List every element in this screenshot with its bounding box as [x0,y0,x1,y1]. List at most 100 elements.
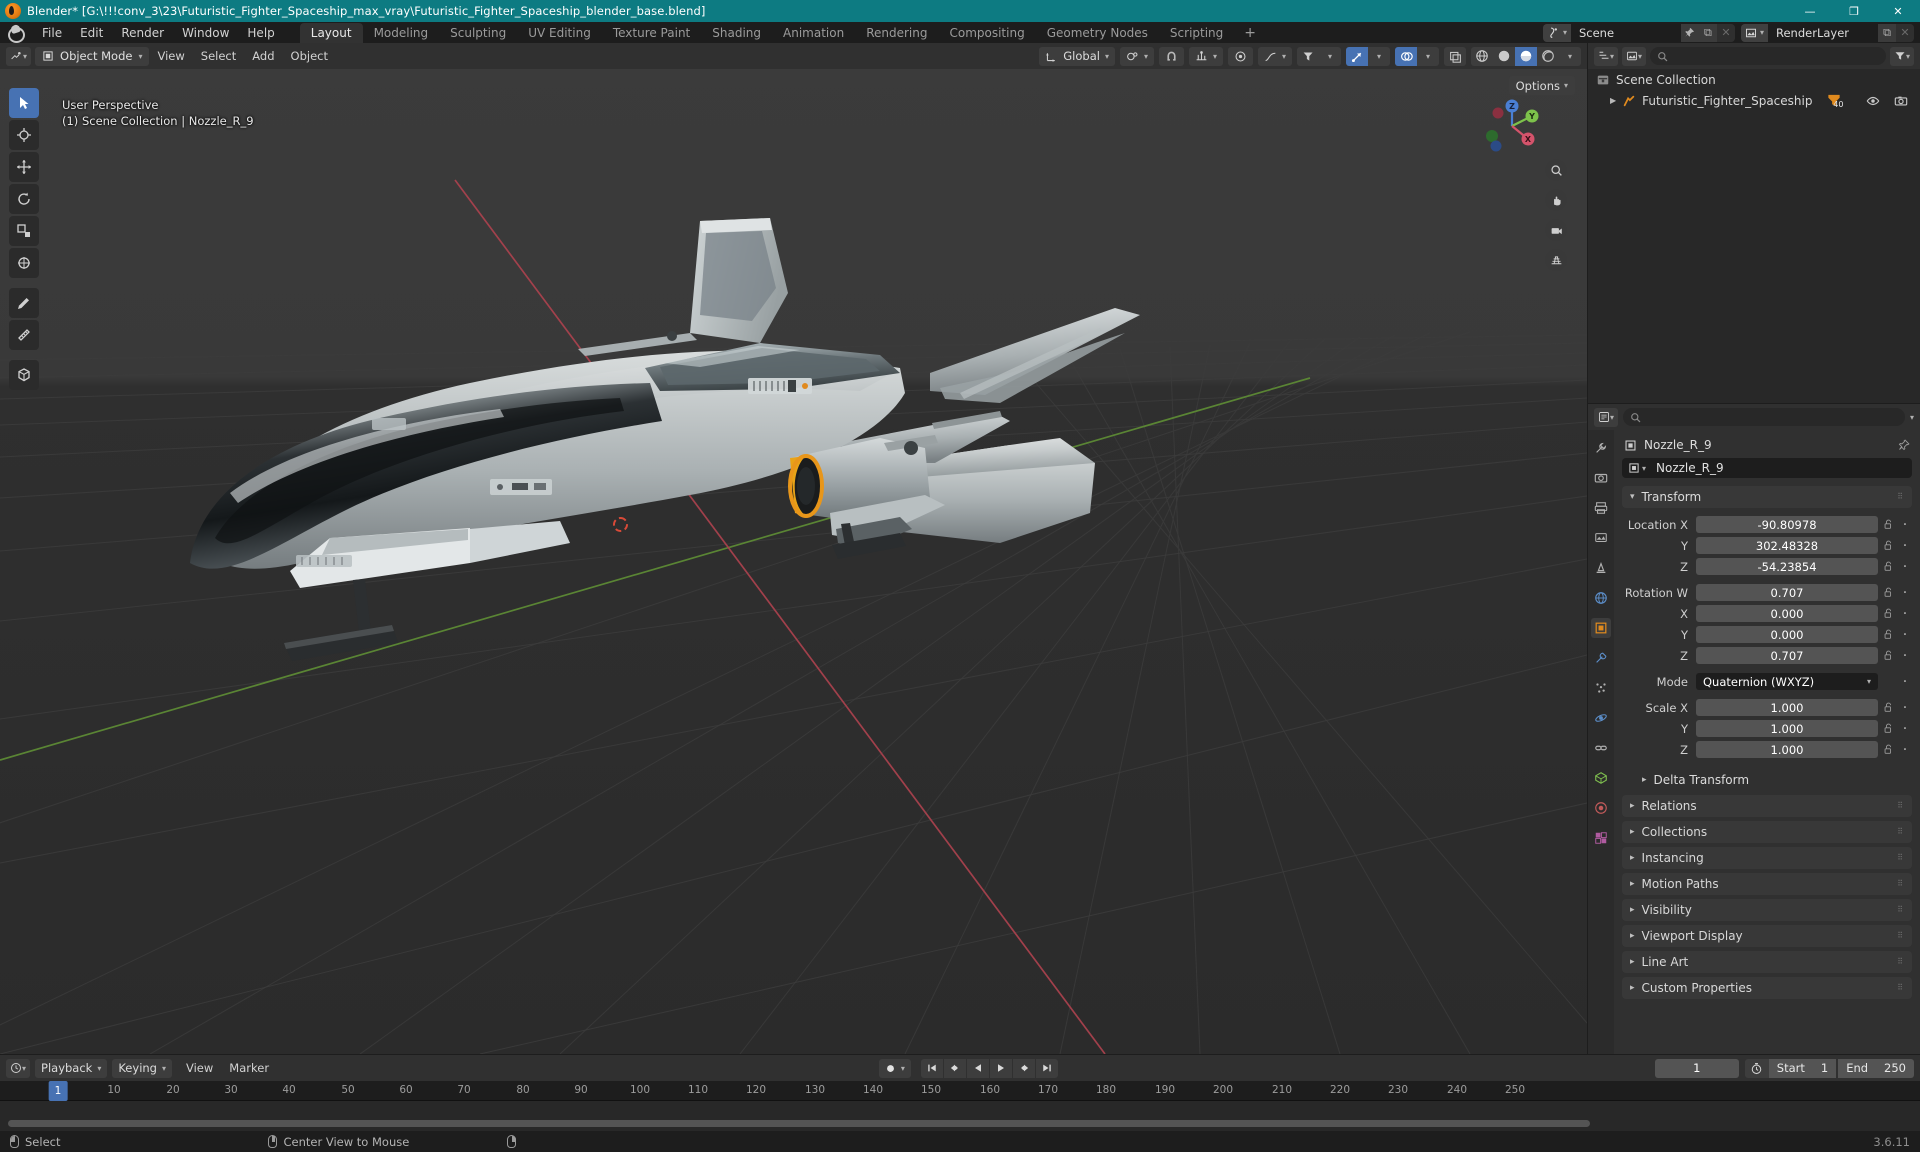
interaction-mode-selector[interactable]: Object Mode ▾ [35,46,150,66]
tab-physics-properties[interactable] [1591,708,1611,728]
tab-modifier-properties[interactable] [1591,648,1611,668]
field-rotation-y[interactable]: Y 0.000 · [1622,625,1912,644]
animate-location-y-icon[interactable]: · [1898,538,1912,554]
auto-keyframe-toggle[interactable]: ▾ [878,1058,911,1078]
tab-layout[interactable]: Layout [299,22,363,43]
snap-settings[interactable]: ▾ [1188,46,1223,66]
properties-editor[interactable]: ▾ ▾ Nozzle_R_9 ▾ Nozzle_R_9 ▾ Transform … [1588,404,1920,1054]
tab-render-properties[interactable] [1591,468,1611,488]
timeline-menu-marker[interactable]: Marker [221,1059,277,1077]
expand-triangle-icon[interactable]: ▶ [1610,96,1616,105]
field-scale-z[interactable]: Z 1.000 · [1622,740,1912,759]
view-layer-browse-icon[interactable]: ▾ [1740,23,1768,42]
viewport-menu-add[interactable]: Add [244,47,282,65]
minimize-button[interactable]: — [1788,0,1832,22]
viewport-menu-select[interactable]: Select [193,47,244,65]
outliner-editor-type-button[interactable]: ▾ [1594,46,1619,66]
end-frame-field[interactable]: End 250 [1838,1058,1914,1078]
solid-shading-button[interactable] [1493,46,1515,66]
timeline-ruler[interactable]: 10 20 30 40 50 60 70 80 90 100 110 120 1… [0,1081,1920,1101]
object-id-icon[interactable]: ▾ [1622,462,1652,474]
move-tool[interactable] [9,152,39,182]
tab-uv-editing[interactable]: UV Editing [517,23,602,43]
value-rotation-w[interactable]: 0.707 [1696,584,1878,601]
annotate-tool[interactable] [9,288,39,318]
panel-header-instancing[interactable]: ▸ Instancing ⠿ [1622,847,1912,869]
field-location-z[interactable]: Z -54.23854 · [1622,557,1912,576]
remove-view-layer-button[interactable]: ✕ [1896,23,1914,42]
value-location-y[interactable]: 302.48328 [1696,537,1878,554]
object-type-visibility-button[interactable] [1297,46,1319,66]
value-scale-x[interactable]: 1.000 [1696,699,1878,716]
pin-id-icon[interactable] [1898,439,1910,451]
tweak-select-tool[interactable] [9,88,39,118]
cursor-tool[interactable] [9,120,39,150]
lock-rotation-z-icon[interactable] [1878,650,1898,661]
jump-to-start-button[interactable] [920,1058,943,1078]
play-reverse-button[interactable] [966,1058,989,1078]
properties-editor-type-button[interactable]: ▾ [1594,407,1619,427]
viewport-options-button[interactable]: Options ▾ [1508,76,1575,95]
lock-scale-z-icon[interactable] [1878,744,1898,755]
properties-options-chevron-down-icon[interactable]: ▾ [1910,413,1914,422]
lock-rotation-x-icon[interactable] [1878,608,1898,619]
value-rotation-x[interactable]: 0.000 [1696,605,1878,622]
viewport-menu-view[interactable]: View [149,47,192,65]
properties-search-input[interactable] [1623,408,1905,426]
animate-rotation-mode-icon[interactable]: · [1898,674,1912,690]
show-overlays-button[interactable] [1395,46,1417,66]
overlays-chevron[interactable]: ▾ [1417,46,1439,66]
jump-to-previous-keyframe-button[interactable] [943,1058,966,1078]
maximize-button[interactable]: ❐ [1832,0,1876,22]
outliner-filter-button[interactable]: ▾ [1889,46,1914,66]
menu-help[interactable]: Help [238,24,283,42]
measure-tool[interactable] [9,320,39,350]
view-layer-name[interactable]: RenderLayer [1768,23,1878,42]
material-preview-button[interactable] [1515,46,1537,66]
scene-pin-icon[interactable] [1680,23,1699,42]
tab-constraint-properties[interactable] [1591,738,1611,758]
tab-geometry-nodes[interactable]: Geometry Nodes [1036,23,1159,43]
camera-render-icon[interactable] [1894,94,1908,108]
field-scale-x[interactable]: Scale X 1.000 · [1622,698,1912,717]
zoom-view-button[interactable] [1545,159,1567,181]
panel-header-delta-transform[interactable]: ▸ Delta Transform [1622,769,1912,791]
tab-object-properties[interactable] [1591,618,1611,638]
field-rotation-w[interactable]: Rotation W 0.707 · [1622,583,1912,602]
field-location-x[interactable]: Location X -90.80978 · [1622,515,1912,534]
navigation-gizmo[interactable]: Z Y X [1481,95,1543,157]
tab-texture-properties[interactable] [1591,828,1611,848]
animate-scale-z-icon[interactable]: · [1898,742,1912,758]
tab-tool-properties[interactable] [1591,438,1611,458]
field-location-y[interactable]: Y 302.48328 · [1622,536,1912,555]
unlink-scene-button[interactable]: ✕ [1716,23,1735,42]
jump-to-next-keyframe-button[interactable] [1012,1058,1035,1078]
tab-compositing[interactable]: Compositing [938,23,1035,43]
tab-sculpting[interactable]: Sculpting [439,23,517,43]
tab-texture-paint[interactable]: Texture Paint [602,23,701,43]
outliner-search-input[interactable] [1650,47,1886,65]
lock-rotation-y-icon[interactable] [1878,629,1898,640]
menu-edit[interactable]: Edit [71,24,112,42]
panel-header-viewport-display[interactable]: ▸ Viewport Display ⠿ [1622,925,1912,947]
outliner-editor[interactable]: ▾ ▾ ▾ Scene Collection ▶ Futuristic_Figh… [1588,43,1920,403]
value-scale-z[interactable]: 1.000 [1696,741,1878,758]
lock-scale-y-icon[interactable] [1878,723,1898,734]
scale-tool[interactable] [9,216,39,246]
proportional-falloff-selector[interactable]: ▾ [1257,46,1292,66]
value-location-z[interactable]: -54.23854 [1696,558,1878,575]
timeline-playhead[interactable]: 1 [48,1081,68,1101]
wireframe-shading-button[interactable] [1471,46,1493,66]
object-name-field[interactable]: ▾ Nozzle_R_9 [1622,458,1912,478]
animate-rotation-y-icon[interactable]: · [1898,627,1912,643]
use-preview-range-icon[interactable] [1744,1058,1769,1078]
field-scale-y[interactable]: Y 1.000 · [1622,719,1912,738]
playback-menu[interactable]: Playback ▾ [35,1058,108,1078]
value-scale-y[interactable]: 1.000 [1696,720,1878,737]
panel-header-relations[interactable]: ▸ Relations ⠿ [1622,795,1912,817]
scene-selector[interactable]: ▾ Scene ⧉ ✕ [1542,23,1735,42]
tab-modeling[interactable]: Modeling [363,23,440,43]
tab-shading[interactable]: Shading [701,23,772,43]
tab-material-properties[interactable] [1591,798,1611,818]
tab-animation[interactable]: Animation [772,23,855,43]
